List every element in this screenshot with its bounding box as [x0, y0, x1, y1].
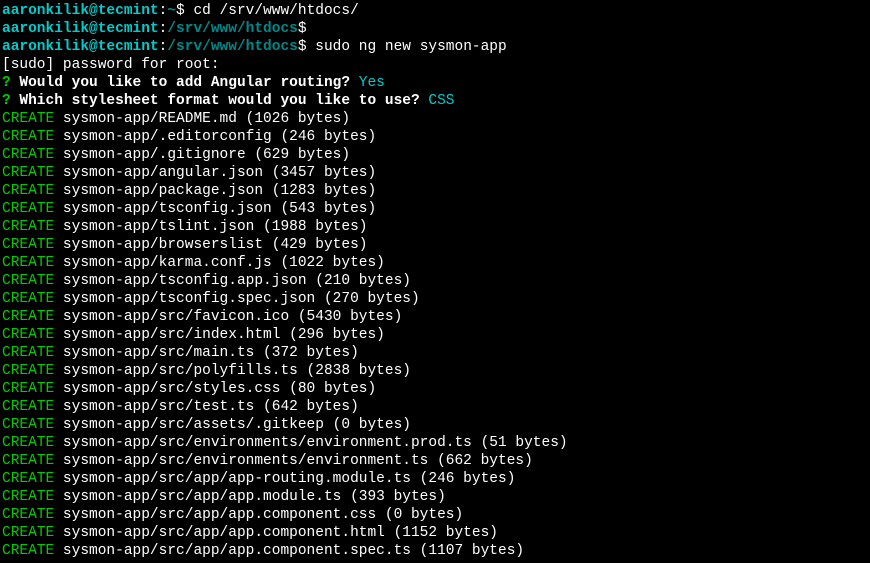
create-label: CREATE	[2, 525, 54, 541]
create-label: CREATE	[2, 273, 54, 289]
create-line: CREATE sysmon-app/src/app/app.module.ts …	[2, 488, 868, 506]
question-mark-icon: ?	[2, 93, 11, 109]
create-file-path: sysmon-app/src/app/app-routing.module.ts…	[54, 471, 515, 487]
create-line: CREATE sysmon-app/karma.conf.js (1022 by…	[2, 254, 868, 272]
create-file-path: sysmon-app/.gitignore (629 bytes)	[54, 147, 350, 163]
create-label: CREATE	[2, 201, 54, 217]
create-file-path: sysmon-app/karma.conf.js (1022 bytes)	[54, 255, 385, 271]
question-stylesheet: ? Which stylesheet format would you like…	[2, 92, 868, 110]
prompt-dir: ~	[167, 3, 176, 19]
create-file-path: sysmon-app/angular.json (3457 bytes)	[54, 165, 376, 181]
question-text: Which stylesheet format would you like t…	[11, 93, 420, 109]
question-answer: Yes	[350, 75, 385, 91]
create-label: CREATE	[2, 183, 54, 199]
create-line: CREATE sysmon-app/src/main.ts (372 bytes…	[2, 344, 868, 362]
create-line: CREATE sysmon-app/src/environments/envir…	[2, 452, 868, 470]
create-line: CREATE sysmon-app/src/styles.css (80 byt…	[2, 380, 868, 398]
terminal-output[interactable]: aaronkilik@tecmint:~$ cd /srv/www/htdocs…	[2, 2, 868, 560]
create-line: CREATE sysmon-app/tslint.json (1988 byte…	[2, 218, 868, 236]
create-label: CREATE	[2, 129, 54, 145]
create-line: CREATE sysmon-app/tsconfig.json (543 byt…	[2, 200, 868, 218]
prompt-line-1: aaronkilik@tecmint:~$ cd /srv/www/htdocs…	[2, 2, 868, 20]
prompt-user: aaronkilik@tecmint	[2, 21, 159, 37]
sudo-password-line: [sudo] password for root:	[2, 56, 868, 74]
create-line: CREATE sysmon-app/src/environments/envir…	[2, 434, 868, 452]
create-file-path: sysmon-app/tsconfig.json (543 bytes)	[54, 201, 376, 217]
create-file-path: sysmon-app/package.json (1283 bytes)	[54, 183, 376, 199]
create-label: CREATE	[2, 111, 54, 127]
create-line: CREATE sysmon-app/src/favicon.ico (5430 …	[2, 308, 868, 326]
create-label: CREATE	[2, 471, 54, 487]
create-label: CREATE	[2, 255, 54, 271]
create-line: CREATE sysmon-app/src/app/app.component.…	[2, 506, 868, 524]
create-line: CREATE sysmon-app/browserslist (429 byte…	[2, 236, 868, 254]
prompt-user: aaronkilik@tecmint	[2, 3, 159, 19]
create-line: CREATE sysmon-app/.editorconfig (246 byt…	[2, 128, 868, 146]
create-file-path: sysmon-app/src/app/app.component.spec.ts…	[54, 543, 524, 559]
prompt-dir: /srv/www/htdocs	[167, 39, 298, 55]
create-file-path: sysmon-app/src/main.ts (372 bytes)	[54, 345, 359, 361]
prompt-line-3: aaronkilik@tecmint:/srv/www/htdocs$ sudo…	[2, 38, 868, 56]
create-file-path: sysmon-app/src/environments/environment.…	[54, 435, 567, 451]
create-label: CREATE	[2, 237, 54, 253]
create-label: CREATE	[2, 165, 54, 181]
create-output-list: CREATE sysmon-app/README.md (1026 bytes)…	[2, 110, 868, 560]
prompt-user: aaronkilik@tecmint	[2, 39, 159, 55]
create-label: CREATE	[2, 219, 54, 235]
create-file-path: sysmon-app/src/polyfills.ts (2838 bytes)	[54, 363, 411, 379]
create-label: CREATE	[2, 309, 54, 325]
create-label: CREATE	[2, 453, 54, 469]
create-line: CREATE sysmon-app/angular.json (3457 byt…	[2, 164, 868, 182]
create-line: CREATE sysmon-app/tsconfig.spec.json (27…	[2, 290, 868, 308]
prompt-dir: /srv/www/htdocs	[167, 21, 298, 37]
create-line: CREATE sysmon-app/.gitignore (629 bytes)	[2, 146, 868, 164]
create-label: CREATE	[2, 543, 54, 559]
create-label: CREATE	[2, 345, 54, 361]
create-line: CREATE sysmon-app/src/app/app.component.…	[2, 524, 868, 542]
create-file-path: sysmon-app/README.md (1026 bytes)	[54, 111, 350, 127]
question-mark-icon: ?	[2, 75, 11, 91]
create-file-path: sysmon-app/src/environments/environment.…	[54, 453, 533, 469]
create-line: CREATE sysmon-app/src/app/app-routing.mo…	[2, 470, 868, 488]
create-line: CREATE sysmon-app/package.json (1283 byt…	[2, 182, 868, 200]
create-label: CREATE	[2, 147, 54, 163]
question-answer: CSS	[420, 93, 455, 109]
create-file-path: sysmon-app/.editorconfig (246 bytes)	[54, 129, 376, 145]
create-line: CREATE sysmon-app/src/index.html (296 by…	[2, 326, 868, 344]
create-line: CREATE sysmon-app/src/assets/.gitkeep (0…	[2, 416, 868, 434]
create-label: CREATE	[2, 399, 54, 415]
create-file-path: sysmon-app/src/app/app.component.html (1…	[54, 525, 498, 541]
create-file-path: sysmon-app/browserslist (429 bytes)	[54, 237, 367, 253]
create-label: CREATE	[2, 291, 54, 307]
create-file-path: sysmon-app/tslint.json (1988 bytes)	[54, 219, 367, 235]
create-file-path: sysmon-app/tsconfig.spec.json (270 bytes…	[54, 291, 419, 307]
create-label: CREATE	[2, 381, 54, 397]
question-text: Would you like to add Angular routing?	[11, 75, 350, 91]
question-routing: ? Would you like to add Angular routing?…	[2, 74, 868, 92]
create-line: CREATE sysmon-app/README.md (1026 bytes)	[2, 110, 868, 128]
prompt-line-2: aaronkilik@tecmint:/srv/www/htdocs$	[2, 20, 868, 38]
create-label: CREATE	[2, 507, 54, 523]
create-file-path: sysmon-app/src/test.ts (642 bytes)	[54, 399, 359, 415]
create-file-path: sysmon-app/src/app/app.module.ts (393 by…	[54, 489, 446, 505]
create-file-path: sysmon-app/src/favicon.ico (5430 bytes)	[54, 309, 402, 325]
command-text: cd /srv/www/htdocs/	[193, 3, 358, 19]
create-file-path: sysmon-app/src/assets/.gitkeep (0 bytes)	[54, 417, 411, 433]
create-file-path: sysmon-app/src/index.html (296 bytes)	[54, 327, 385, 343]
create-line: CREATE sysmon-app/tsconfig.app.json (210…	[2, 272, 868, 290]
create-file-path: sysmon-app/src/styles.css (80 bytes)	[54, 381, 376, 397]
create-line: CREATE sysmon-app/src/test.ts (642 bytes…	[2, 398, 868, 416]
create-label: CREATE	[2, 435, 54, 451]
create-file-path: sysmon-app/src/app/app.component.css (0 …	[54, 507, 463, 523]
create-label: CREATE	[2, 363, 54, 379]
create-label: CREATE	[2, 327, 54, 343]
create-file-path: sysmon-app/tsconfig.app.json (210 bytes)	[54, 273, 411, 289]
create-line: CREATE sysmon-app/src/polyfills.ts (2838…	[2, 362, 868, 380]
command-text: sudo ng new sysmon-app	[315, 39, 506, 55]
create-label: CREATE	[2, 489, 54, 505]
create-line: CREATE sysmon-app/src/app/app.component.…	[2, 542, 868, 560]
create-label: CREATE	[2, 417, 54, 433]
